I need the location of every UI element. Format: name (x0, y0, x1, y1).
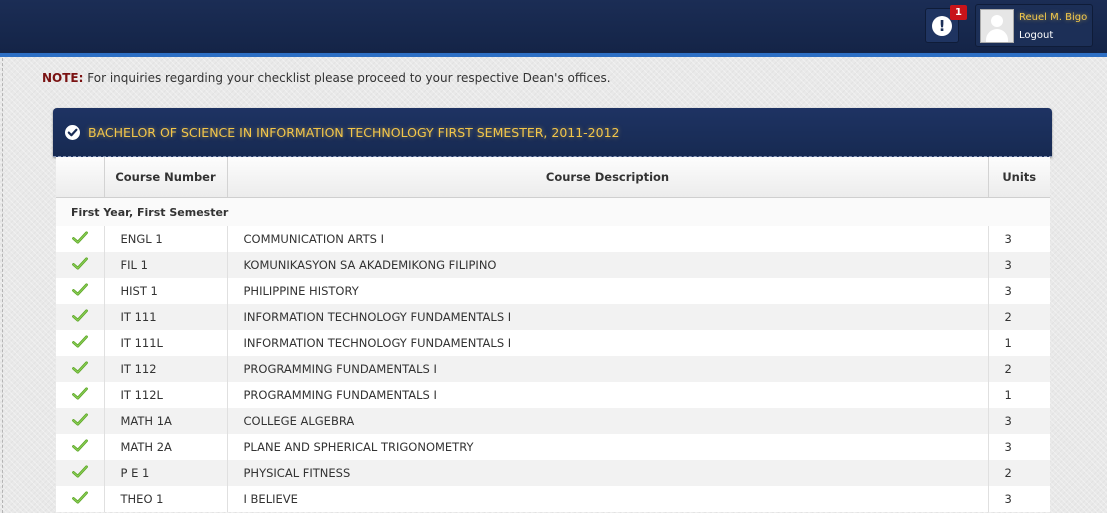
green-check-icon (71, 465, 88, 481)
status-cell (56, 460, 105, 486)
course-description-cell: INFORMATION TECHNOLOGY FUNDAMENTALS I (227, 304, 989, 330)
status-column-header (56, 157, 105, 198)
status-cell (56, 486, 105, 512)
status-cell (56, 252, 105, 278)
course-description-header: Course Description (227, 157, 989, 198)
course-description-cell: PLANE AND SPHERICAL TRIGONOMETRY (227, 434, 989, 460)
user-menu[interactable]: Reuel M. Bigo Logout (975, 4, 1093, 47)
course-description-cell: KOMUNIKASYON SA AKADEMIKONG FILIPINO (227, 252, 989, 278)
units-cell: 1 (1004, 388, 1012, 402)
course-number-cell: HIST 1 (104, 278, 228, 304)
top-navbar: ! 1 Reuel M. Bigo Logout (0, 0, 1107, 57)
note-label: NOTE: (42, 71, 84, 85)
green-check-icon (71, 491, 88, 507)
course-number-cell: THEO 1 (104, 486, 228, 512)
units-cell: 3 (1004, 232, 1012, 246)
status-cell (56, 226, 105, 252)
course-number-cell: P E 1 (104, 460, 228, 486)
units-cell: 3 (1004, 440, 1012, 454)
avatar (980, 9, 1014, 43)
course-number-cell: IT 111L (104, 330, 228, 356)
units-cell: 2 (988, 356, 1050, 382)
green-check-icon (71, 309, 88, 325)
green-check-icon (71, 335, 88, 351)
green-check-icon (71, 439, 88, 455)
table-row: ENGL 1 COMMUNICATION ARTS I 3 (56, 226, 1050, 252)
units-cell: 2 (988, 460, 1050, 486)
units-cell: 2 (988, 304, 1050, 330)
units-cell: 3 (1004, 492, 1012, 506)
course-number-cell: FIL 1 (104, 252, 228, 278)
course-number-header: Course Number (104, 157, 228, 198)
avatar-body-shape (986, 29, 1008, 42)
course-description-cell: PHILIPPINE HISTORY (227, 278, 989, 304)
table-header-row: Course Number Course Description Units (56, 157, 1050, 198)
note-text: For inquiries regarding your checklist p… (83, 71, 611, 85)
status-cell (56, 434, 105, 460)
course-description-cell: PHYSICAL FITNESS (227, 460, 989, 486)
course-number-cell: ENGL 1 (104, 226, 228, 252)
units-cell: 3 (988, 408, 1050, 434)
course-checklist-table: Course Number Course Description Units F… (56, 157, 1050, 512)
user-name[interactable]: Reuel M. Bigo (1019, 12, 1087, 23)
units-cell: 1 (1004, 336, 1012, 350)
status-cell (56, 382, 105, 408)
course-description-cell: COMMUNICATION ARTS I (227, 226, 989, 252)
program-title: BACHELOR OF SCIENCE IN INFORMATION TECHN… (88, 125, 620, 140)
notification-count-badge: 1 (950, 5, 967, 20)
table-row: HIST 1 PHILIPPINE HISTORY 3 (56, 278, 1050, 304)
table-row: IT 112L PROGRAMMING FUNDAMENTALS I 1 (56, 382, 1050, 408)
semester-group-row: First Year, First Semester (56, 197, 1050, 226)
green-check-icon (71, 231, 88, 247)
table-row: MATH 2A PLANE AND SPHERICAL TRIGONOMETRY 3 (56, 434, 1050, 460)
status-cell (56, 408, 105, 434)
table-row: IT 112 PROGRAMMING FUNDAMENTALS I2 (56, 356, 1050, 382)
course-number-cell: IT 112 (104, 356, 228, 382)
green-check-icon (71, 257, 88, 273)
units-header: Units (988, 157, 1050, 198)
course-description-cell: PROGRAMMING FUNDAMENTALS I (227, 356, 989, 382)
course-description-cell: I BELIEVE (227, 486, 989, 512)
units-cell: 3 (1004, 284, 1012, 298)
semester-group-label: First Year, First Semester (56, 197, 1050, 226)
table-row: FIL 1 KOMUNIKASYON SA AKADEMIKONG FILIPIN… (56, 252, 1050, 278)
green-check-icon (71, 413, 88, 429)
status-cell (56, 330, 105, 356)
content-left-border (2, 58, 3, 513)
green-check-icon (71, 283, 88, 299)
green-check-icon (71, 387, 88, 403)
course-number-cell: IT 111 (104, 304, 228, 330)
green-check-icon (71, 361, 88, 377)
logout-link[interactable]: Logout (1019, 30, 1053, 41)
status-cell (56, 278, 105, 304)
table-row: IT 111L INFORMATION TECHNOLOGY FUNDAMENTA… (56, 330, 1050, 356)
course-description-cell: COLLEGE ALGEBRA (227, 408, 989, 434)
course-number-cell: MATH 1A (104, 408, 228, 434)
exclamation-icon: ! (932, 15, 952, 36)
status-cell (56, 304, 105, 330)
table-row: THEO 1I BELIEVE 3 (56, 486, 1050, 512)
table-row: IT 111 INFORMATION TECHNOLOGY FUNDAMENTAL… (56, 304, 1050, 330)
table-row: P E 1 PHYSICAL FITNESS 2 (56, 460, 1050, 486)
course-description-cell: PROGRAMMING FUNDAMENTALS I (227, 382, 989, 408)
course-number-cell: MATH 2A (104, 434, 228, 460)
table-row: MATH 1A COLLEGE ALGEBRA 3 (56, 408, 1050, 434)
inquiry-note: NOTE: For inquiries regarding your check… (42, 71, 611, 85)
avatar-head-shape (991, 15, 1003, 27)
course-description-cell: INFORMATION TECHNOLOGY FUNDAMENTALS I (227, 330, 989, 356)
checklist-card-header: BACHELOR OF SCIENCE IN INFORMATION TECHN… (53, 108, 1052, 157)
status-cell (56, 356, 105, 382)
units-cell: 3 (988, 252, 1050, 278)
course-number-cell: IT 112L (104, 382, 228, 408)
check-circle-icon (65, 125, 80, 140)
